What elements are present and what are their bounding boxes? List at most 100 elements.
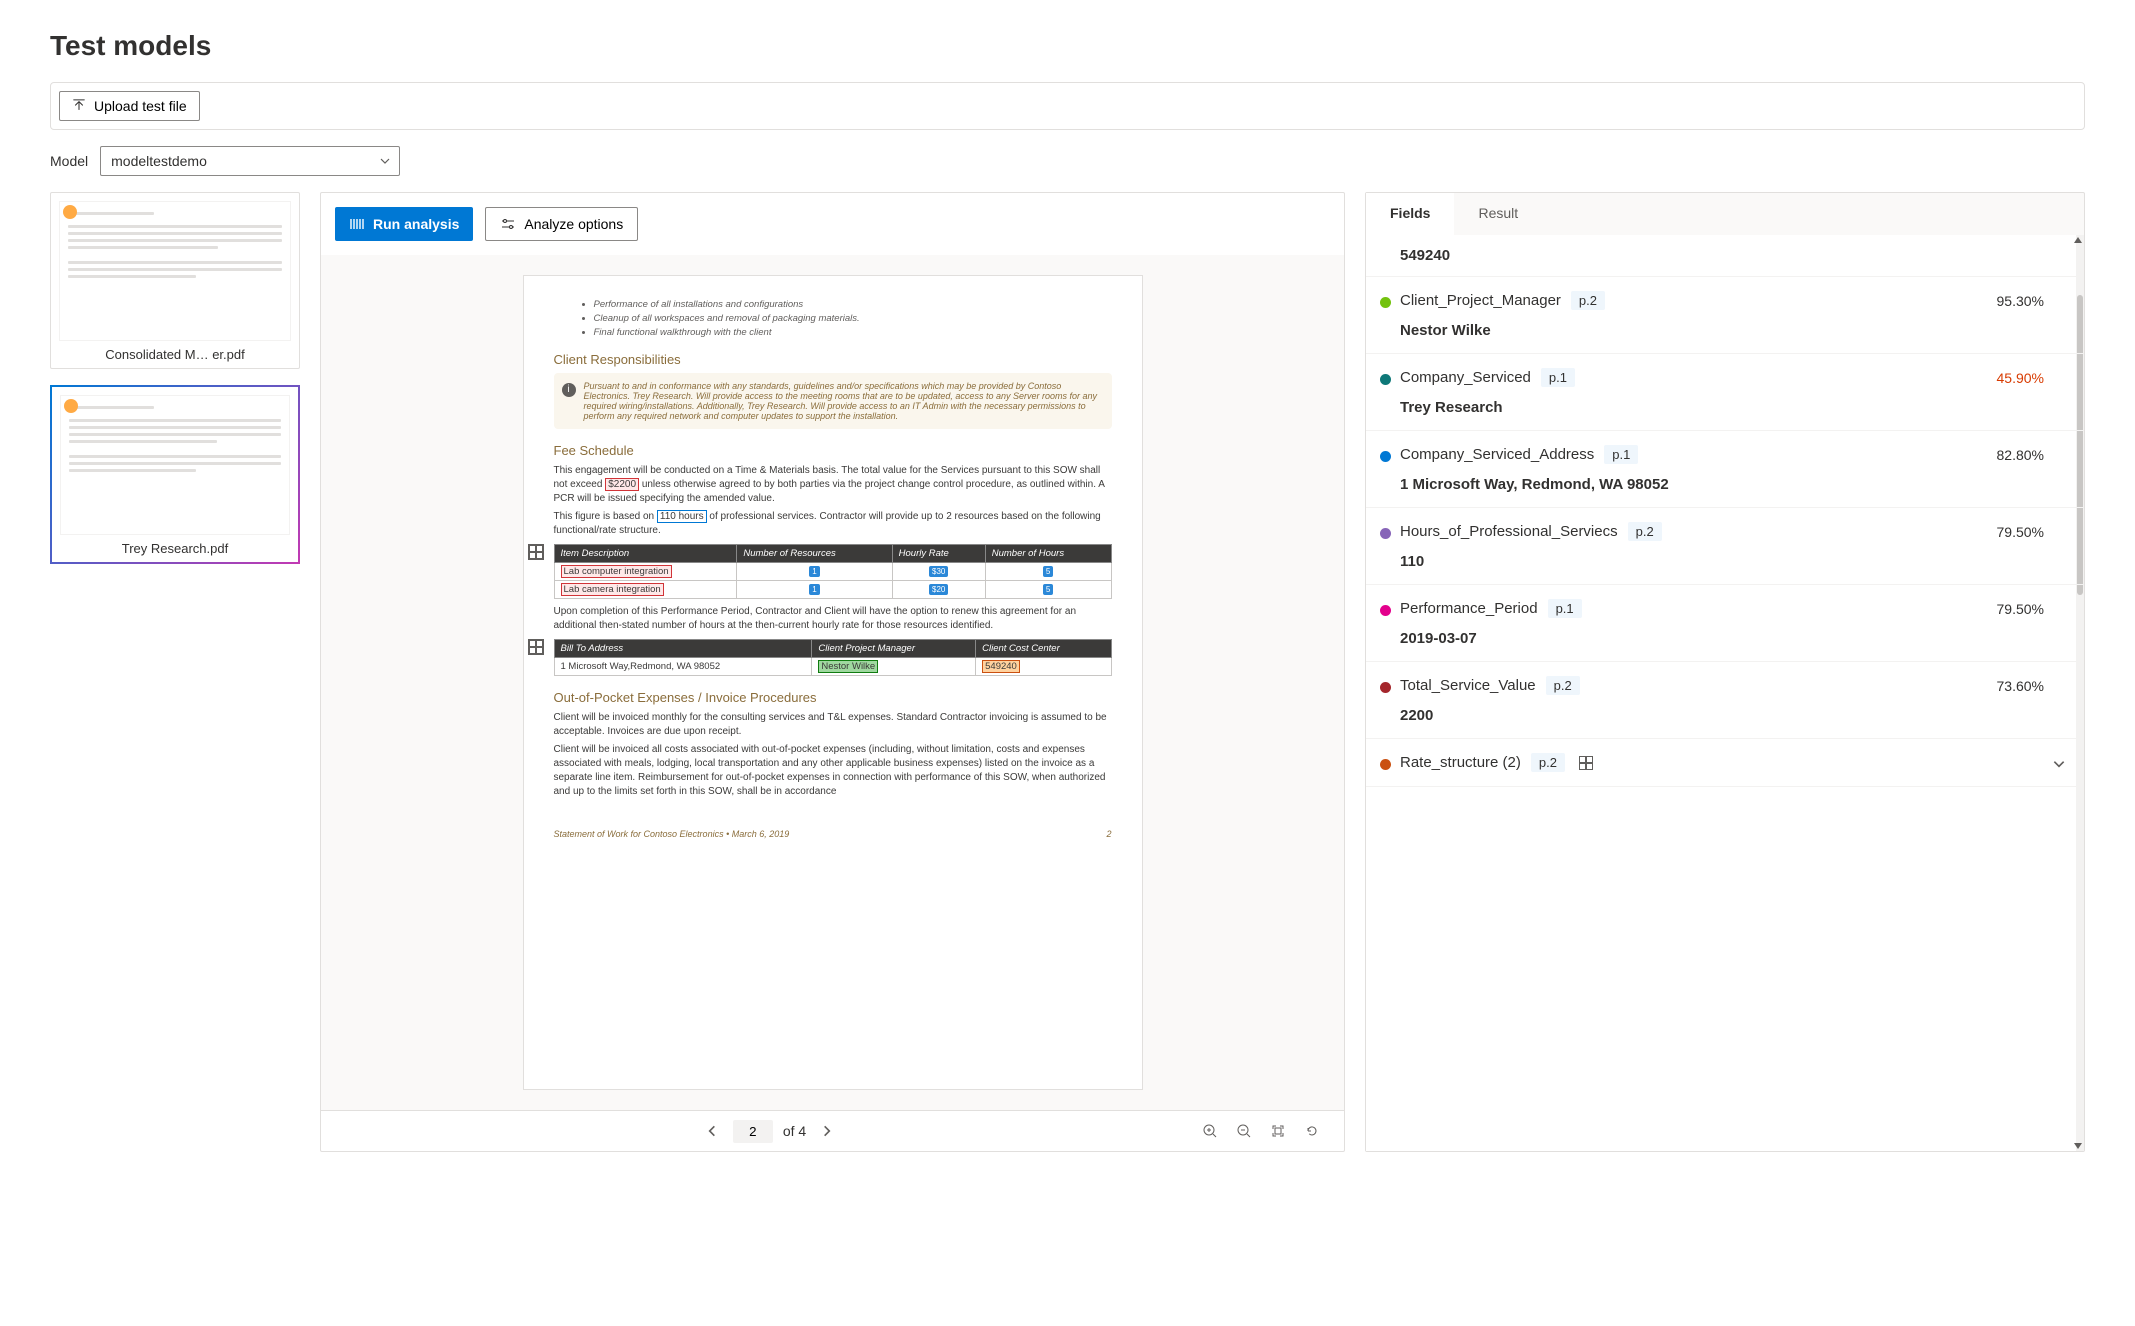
td: 1 [737,581,892,599]
th: Bill To Address [554,640,812,658]
table-icon [528,544,544,560]
fit-button[interactable] [1266,1119,1290,1143]
field-name: Performance_Period [1400,600,1538,617]
highlight: 1 [809,566,819,577]
fields-list[interactable]: 549240 Client_Project_Managerp.295.30%Ne… [1366,235,2084,1151]
page-input[interactable] [733,1120,773,1143]
doc-bullet-list: Performance of all installations and con… [594,299,1112,338]
field-item[interactable]: Client_Project_Managerp.295.30%Nestor Wi… [1366,277,2084,354]
next-page-button[interactable] [816,1120,838,1142]
viewer-footer: of 4 [321,1110,1344,1151]
fee-table: Item Description Number of Resources Hou… [554,544,1112,599]
pager: of 4 [701,1120,838,1143]
field-page-badge: p.1 [1541,368,1575,387]
field-color-dot [1380,374,1391,385]
field-color-dot [1380,528,1391,539]
field-item[interactable]: Company_Serviced p.1 45.90% Trey Research [1366,354,2084,431]
td: 5 [985,581,1111,599]
scroll-up-icon[interactable] [2074,237,2082,243]
field-value: Nestor Wilke [1400,322,2054,339]
highlight-cc: 549240 [982,660,1020,673]
upload-icon [72,99,86,113]
tabs: Fields Result [1366,193,2084,235]
document-page: Performance of all installations and con… [523,275,1143,1090]
prev-page-button[interactable] [701,1120,723,1142]
viewer-body[interactable]: Performance of all installations and con… [321,255,1344,1110]
status-dot-icon [64,399,78,413]
highlight: 5 [1043,584,1053,595]
field-confidence: 79.50% [1997,601,2044,617]
field-value: 1 Microsoft Way, Redmond, WA 98052 [1400,476,2054,493]
field-item[interactable]: Rate_structure (2)p.2 [1366,739,2084,787]
upload-test-file-button[interactable]: Upload test file [59,91,200,121]
thumbnail-column: Consolidated M… er.pdf Trey Research.pdf [50,192,300,1152]
page-total-label: of 4 [783,1123,806,1139]
th: Number of Resources [737,545,892,563]
field-name: Hours_of_Professional_Serviecs [1400,523,1618,540]
field-page-badge: p.1 [1604,445,1638,464]
field-page-badge: p.1 [1548,599,1582,618]
status-dot-icon [63,205,77,219]
td: 5 [985,563,1111,581]
analyze-options-button[interactable]: Analyze options [485,207,638,241]
field-item[interactable]: Total_Service_Valuep.273.60%2200 [1366,662,2084,739]
thumbnail-consolidated[interactable]: Consolidated M… er.pdf [50,192,300,369]
field-confidence: 45.90% [1997,370,2044,386]
field-value: Trey Research [1400,399,2054,416]
field-page-badge: p.2 [1531,753,1565,772]
tab-result[interactable]: Result [1454,193,1542,235]
viewer-toolbar: Run analysis Analyze options [321,193,1344,255]
field-item[interactable]: Hours_of_Professional_Serviecsp.279.50%1… [1366,508,2084,585]
highlight: $20 [929,584,948,595]
field-color-dot [1380,682,1391,693]
fields-panel: Fields Result 549240 Client_Project_Mana… [1365,192,2085,1152]
field-name: Company_Serviced [1400,369,1531,386]
document-viewer: Run analysis Analyze options Performance… [320,192,1345,1152]
doc-heading-oop: Out-of-Pocket Expenses / Invoice Procedu… [554,690,1112,705]
table-icon [528,639,544,655]
tab-fields[interactable]: Fields [1366,193,1454,235]
doc-bullet: Performance of all installations and con… [594,299,1112,310]
highlight: 1 [809,584,819,595]
field-name: Client_Project_Manager [1400,292,1561,309]
info-icon: i [562,383,576,397]
th: Number of Hours [985,545,1111,563]
model-row: Model modeltestdemo [50,146,2085,176]
field-confidence: 79.50% [1997,524,2044,540]
field-value: 2200 [1400,707,2054,724]
doc-note: i Pursuant to and in conformance with an… [554,373,1112,429]
model-select[interactable]: modeltestdemo [100,146,400,176]
barcode-icon [349,216,365,232]
td: Nestor Wilke [812,658,976,676]
doc-bullet: Cleanup of all workspaces and removal of… [594,313,1112,324]
chevron-down-icon [379,155,391,167]
doc-bullet: Final functional walkthrough with the cl… [594,327,1112,338]
doc-footer-left: Statement of Work for Contoso Electronic… [554,829,790,839]
field-item[interactable]: Company_Serviced_Addressp.182.80%1 Micro… [1366,431,2084,508]
thumbnail-trey-research[interactable]: Trey Research.pdf [50,385,300,564]
chevron-down-icon [2052,757,2066,771]
th: Client Cost Center [976,640,1111,658]
highlight: $30 [929,566,948,577]
field-page-badge: p.2 [1628,522,1662,541]
field-page-badge: p.2 [1546,676,1580,695]
zoom-out-button[interactable] [1232,1119,1256,1143]
run-analysis-label: Run analysis [373,216,459,232]
field-confidence: 95.30% [1997,293,2044,309]
model-label: Model [50,153,88,169]
doc-paragraph: Client will be invoiced monthly for the … [554,711,1112,739]
doc-paragraph: This engagement will be conducted on a T… [554,464,1112,506]
rotate-button[interactable] [1300,1119,1324,1143]
thumbnail-preview [60,395,290,535]
zoom-in-button[interactable] [1198,1119,1222,1143]
td: 1 [737,563,892,581]
field-item[interactable]: Performance_Periodp.179.50%2019-03-07 [1366,585,2084,662]
run-analysis-button[interactable]: Run analysis [335,207,473,241]
doc-footer-right: 2 [1106,829,1111,839]
field-color-dot [1380,451,1391,462]
zoom-tools [1198,1119,1324,1143]
doc-paragraph: This figure is based on 110 hours of pro… [554,510,1112,538]
thumbnail-preview [59,201,291,341]
upload-bar: Upload test file [50,82,2085,130]
scroll-down-icon[interactable] [2074,1143,2082,1149]
